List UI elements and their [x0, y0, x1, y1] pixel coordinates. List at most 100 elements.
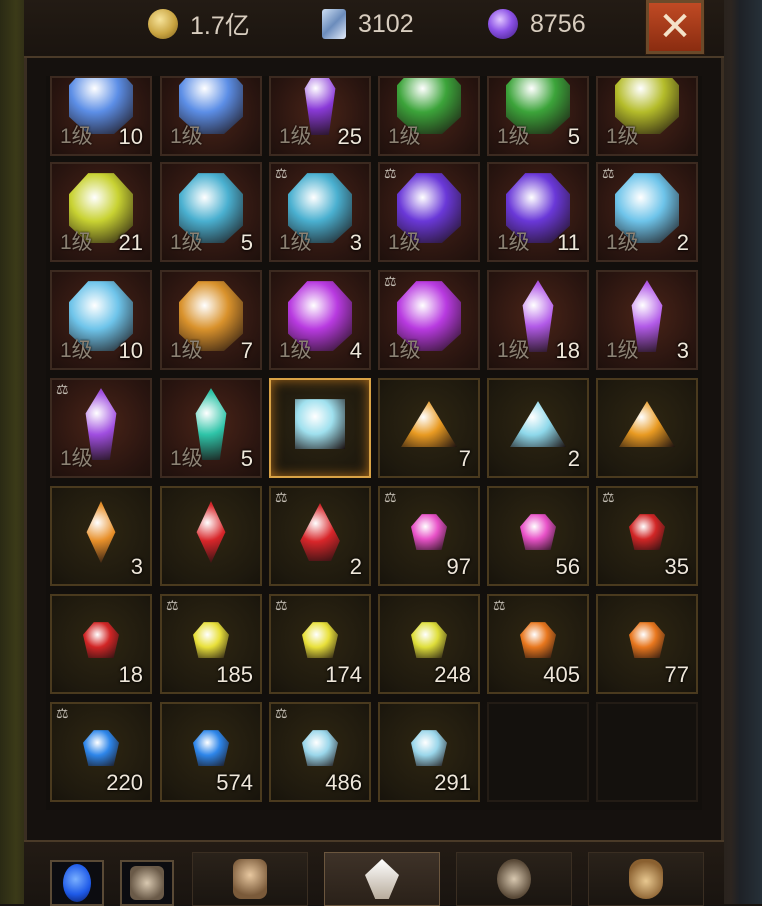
item-quantity: 10	[118, 124, 143, 149]
inventory-slot[interactable]: 2	[487, 378, 589, 478]
close-icon: ✕	[658, 5, 692, 49]
item-level: 1级	[388, 125, 421, 148]
item-quantity: 21	[118, 230, 143, 255]
ruby-teardrop-gem-icon	[300, 503, 340, 562]
tab-dragon[interactable]	[456, 852, 572, 906]
square-diamond-icon	[295, 399, 345, 450]
inventory-slot[interactable]: ⚖ 174	[269, 594, 371, 694]
currency-orb-value: 8756	[530, 9, 586, 38]
item-quantity: 574	[216, 770, 253, 795]
crystal-icon	[365, 859, 399, 899]
item-level: 1级	[170, 231, 203, 254]
currency-orb: 8756	[488, 6, 586, 42]
item-quantity: 5	[240, 446, 253, 471]
item-quantity: 3	[676, 338, 689, 363]
item-level: 1级	[606, 125, 639, 148]
inventory-slot[interactable]	[596, 378, 698, 478]
scales-icon: ⚖	[166, 597, 179, 613]
item-level: 1级	[60, 447, 93, 470]
empty-slot[interactable]	[487, 702, 589, 802]
amber-triangle-gem-icon	[619, 401, 675, 448]
inventory-slot[interactable]: ⚖ 97	[378, 486, 480, 586]
currency-scroll-value: 3102	[358, 9, 414, 38]
inventory-slot[interactable]: 7	[378, 378, 480, 478]
inventory-slot[interactable]: 1级 5	[487, 76, 589, 156]
blue-orb-button[interactable]	[50, 860, 104, 906]
scroll-icon	[322, 9, 346, 39]
inventory-slot[interactable]: 1级	[160, 76, 262, 156]
item-level: 1级	[170, 125, 203, 148]
tab-bag[interactable]	[588, 852, 704, 906]
inventory-slot[interactable]: ⚖ 1级 3	[269, 162, 371, 262]
currency-gold: 1.7亿	[148, 6, 250, 42]
inventory-slot[interactable]: 1级 18	[487, 270, 589, 370]
bag-icon	[629, 859, 663, 899]
inventory-slot[interactable]: 1级 25	[269, 76, 371, 156]
item-quantity: 18	[118, 662, 143, 687]
scales-icon: ⚖	[56, 705, 69, 721]
inventory-slot[interactable]: ⚖ 1级 2	[596, 162, 698, 262]
inventory-slot[interactable]: ⚖ 1级	[50, 378, 152, 478]
inventory-slot[interactable]: 18	[50, 594, 152, 694]
scales-icon: ⚖	[384, 273, 397, 289]
yellow-gem-icon	[193, 622, 229, 659]
inventory-slot[interactable]: ⚖ 2	[269, 486, 371, 586]
item-level: 1级	[279, 339, 312, 362]
item-level: 1级	[606, 231, 639, 254]
inventory-slot[interactable]: 1级 11	[487, 162, 589, 262]
inventory-slot[interactable]: 1级 21	[50, 162, 152, 262]
inventory-slot[interactable]: 291	[378, 702, 480, 802]
close-button[interactable]: ✕	[646, 0, 704, 54]
item-quantity: 25	[337, 124, 362, 149]
red-gem-icon	[83, 622, 119, 659]
item-quantity: 2	[567, 446, 580, 471]
dragon-icon	[497, 859, 531, 899]
inventory-slot[interactable]: ⚖ 35	[596, 486, 698, 586]
inventory-slot[interactable]	[160, 486, 262, 586]
inventory-slot[interactable]: ⚖ 405	[487, 594, 589, 694]
inventory-slot[interactable]: 1级 10	[50, 270, 152, 370]
inventory-slot[interactable]: 1级 3	[596, 270, 698, 370]
tab-helmet[interactable]	[192, 852, 308, 906]
currency-gold-value: 1.7亿	[190, 12, 250, 40]
scales-icon: ⚖	[275, 489, 288, 505]
item-level: 1级	[60, 125, 93, 148]
inventory-slot[interactable]: ⚖ 185	[160, 594, 262, 694]
inventory-slot[interactable]: 1级 5	[160, 162, 262, 262]
inventory-slot[interactable]: 1级	[596, 76, 698, 156]
inventory-slot[interactable]: ⚖ 1级	[378, 162, 480, 262]
pink-gem-icon	[411, 514, 447, 551]
amber-triangle-gem-icon	[401, 401, 457, 448]
item-quantity: 3	[349, 230, 362, 255]
tab-gems[interactable]	[324, 852, 440, 906]
inventory-slot[interactable]: 77	[596, 594, 698, 694]
item-quantity: 4	[349, 338, 362, 363]
inventory-slot[interactable]: 1级 7	[160, 270, 262, 370]
minotaur-button[interactable]	[120, 860, 174, 906]
item-quantity: 7	[458, 446, 471, 471]
item-level: 1级	[606, 339, 639, 362]
scales-icon: ⚖	[493, 597, 506, 613]
empty-slot[interactable]	[596, 702, 698, 802]
item-quantity: 2	[349, 554, 362, 579]
item-quantity: 3	[130, 554, 143, 579]
inventory-slot[interactable]: 3	[50, 486, 152, 586]
inventory-slot[interactable]: 1级 10	[50, 76, 152, 156]
currency-scroll: 3102	[322, 6, 414, 42]
inventory-slot[interactable]: ⚖ 220	[50, 702, 152, 802]
inventory-slot[interactable]	[269, 378, 371, 478]
inventory-slot[interactable]: ⚖ 1级	[378, 270, 480, 370]
scales-icon: ⚖	[602, 165, 615, 181]
inventory-slot[interactable]: 1级 5	[160, 378, 262, 478]
item-quantity: 2	[676, 230, 689, 255]
item-quantity: 185	[216, 662, 253, 687]
inventory-slot[interactable]: 56	[487, 486, 589, 586]
inventory-slot[interactable]: 1级	[378, 76, 480, 156]
bottom-bar	[24, 840, 724, 906]
inventory-slot[interactable]: 574	[160, 702, 262, 802]
inventory-slot[interactable]: ⚖ 486	[269, 702, 371, 802]
item-level: 1级	[497, 231, 530, 254]
gold-coin-icon	[148, 9, 178, 39]
inventory-slot[interactable]: 248	[378, 594, 480, 694]
inventory-slot[interactable]: 1级 4	[269, 270, 371, 370]
